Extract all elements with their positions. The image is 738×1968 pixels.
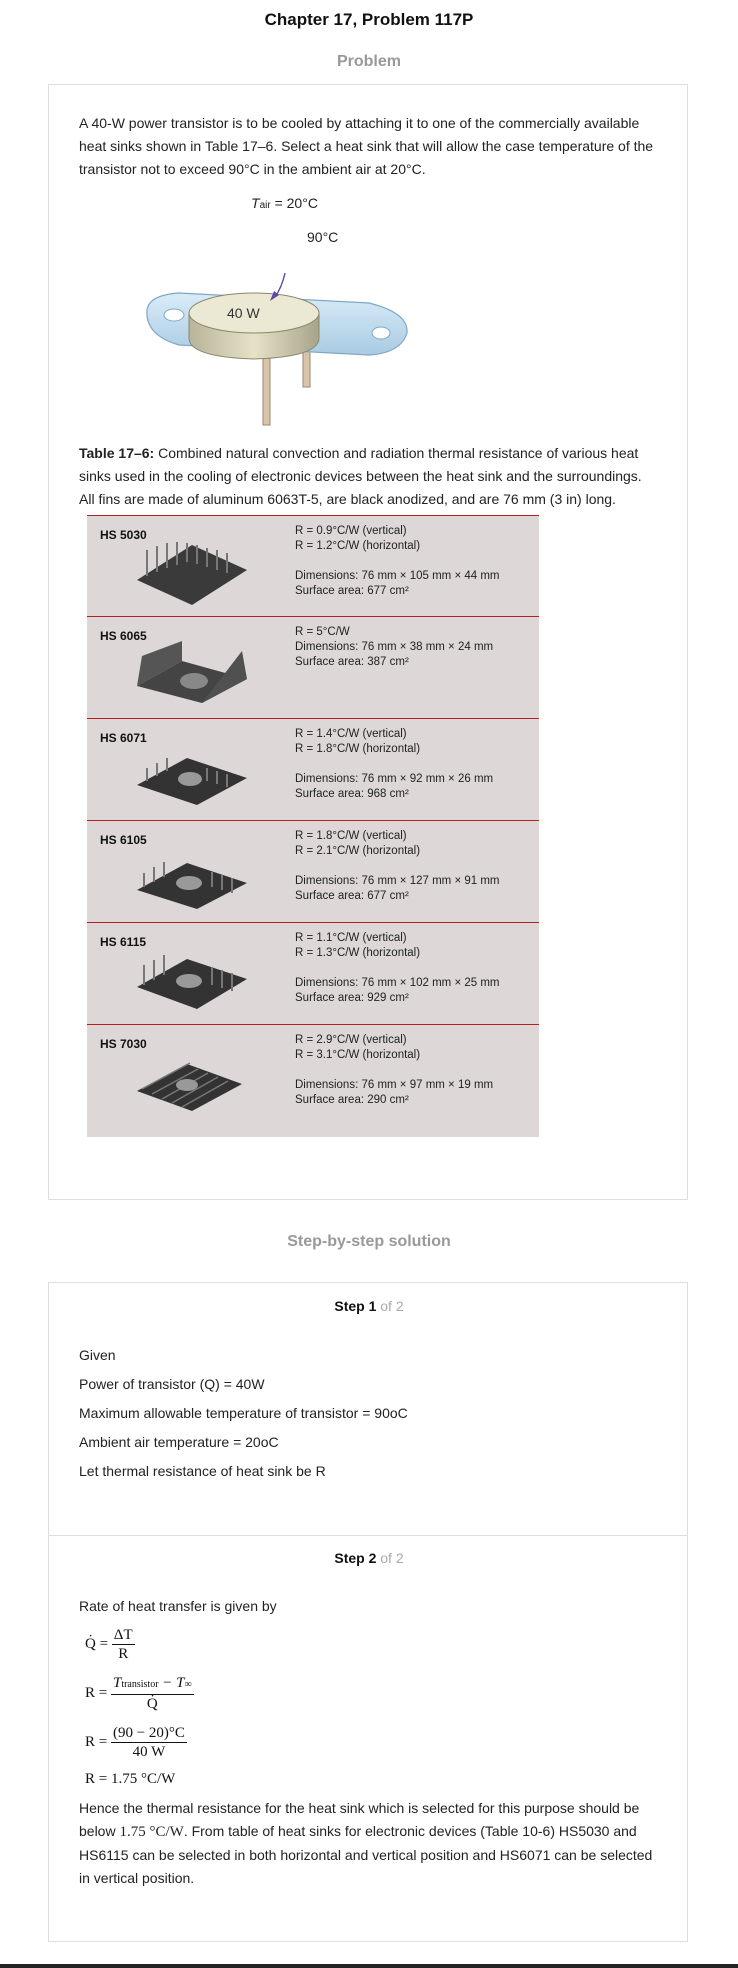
step-2-conclusion: Hence the thermal resistance for the hea…	[79, 1800, 653, 1886]
problem-text: A 40-W power transistor is to be cooled …	[79, 115, 654, 177]
heat-sink-image	[137, 862, 247, 909]
heat-sink-spec: R = 1.8°C/W (vertical) R = 2.1°C/W (hori…	[295, 830, 500, 902]
heat-sink-image	[137, 641, 247, 703]
equation-4: R = 1.75 °C/W	[85, 1771, 176, 1787]
page-title: Chapter 17, Problem 117P	[264, 10, 474, 29]
equation-1: Q̇ = ΔT R	[85, 1627, 135, 1662]
step-1-line: Maximum allowable temperature of transis…	[79, 1405, 408, 1421]
heat-sink-image	[137, 758, 247, 805]
heat-sink-image	[137, 542, 247, 605]
step-2-intro: Rate of heat transfer is given by	[79, 1598, 277, 1614]
heat-sink-spec: R = 5°C/W Dimensions: 76 mm × 38 mm × 24…	[295, 626, 494, 668]
step-divider	[49, 1535, 687, 1536]
bottom-bar	[0, 1964, 738, 1968]
heat-sink-spec: R = 0.9°C/W (vertical) R = 1.2°C/W (hori…	[295, 525, 500, 597]
heat-sink-spec: R = 1.4°C/W (vertical) R = 1.8°C/W (hori…	[295, 728, 494, 800]
transistor-drawing	[146, 272, 408, 426]
heat-sink-row: HS 6065 R = 5°C/W Dimensions: 76 mm × 38…	[87, 617, 539, 719]
heat-sink-spec: R = 2.9°C/W (vertical) R = 3.1°C/W (hori…	[295, 1034, 494, 1106]
solution-label: Step-by-step solution	[287, 1233, 451, 1250]
heat-sink-row: HS 6105 R = 1.8°C/W (vertical) R = 2.1°C…	[87, 821, 539, 923]
heat-sink-row: HS 5030 R = 0.9°C/W (vertical) R = 1.2°C…	[87, 515, 539, 617]
step-1-header: Step 1 of 2	[334, 1298, 404, 1314]
equation-2: R = Ttransistor − T∞ Q̇	[85, 1675, 194, 1712]
step-1-line: Ambient air temperature = 20oC	[79, 1434, 279, 1450]
step-1-line: Let thermal resistance of heat sink be R	[79, 1463, 326, 1479]
heat-sink-image	[137, 955, 247, 1009]
power-label: 40 W	[227, 305, 260, 321]
problem-label: Problem	[336, 53, 401, 70]
heat-sink-image	[137, 1062, 242, 1111]
heat-sink-spec: R = 1.1°C/W (vertical) R = 1.3°C/W (hori…	[295, 932, 500, 1004]
step-1-line: Power of transistor (Q) = 40W	[79, 1376, 265, 1392]
step-2-header: Step 2 of 2	[334, 1550, 404, 1566]
transistor-figure: Tair = 20°C 90°C 40 W	[119, 195, 419, 440]
heat-sink-row: HS 6071 R = 1.4°C/W (vertical) R = 1.8°C…	[87, 719, 539, 821]
solution-card: Step 1 of 2 Given Power of transistor (Q…	[48, 1282, 688, 1942]
heat-sink-row: HS 6115 R = 1.1°C/W (vertical) R = 1.3°C…	[87, 923, 539, 1025]
equation-3: R = (90 − 20)°C 40 W	[85, 1725, 187, 1760]
table-caption: Table 17–6: Combined natural convection …	[79, 445, 642, 507]
step-1-line: Given	[79, 1347, 116, 1363]
problem-card: A 40-W power transistor is to be cooled …	[48, 84, 688, 1200]
heat-sink-table: HS 5030 R = 0.9°C/W (vertical) R = 1.2°C…	[87, 515, 539, 1137]
heat-sink-row: HS 7030 R = 2.9°C/W (vertical) R = 3.1°C…	[87, 1025, 539, 1137]
